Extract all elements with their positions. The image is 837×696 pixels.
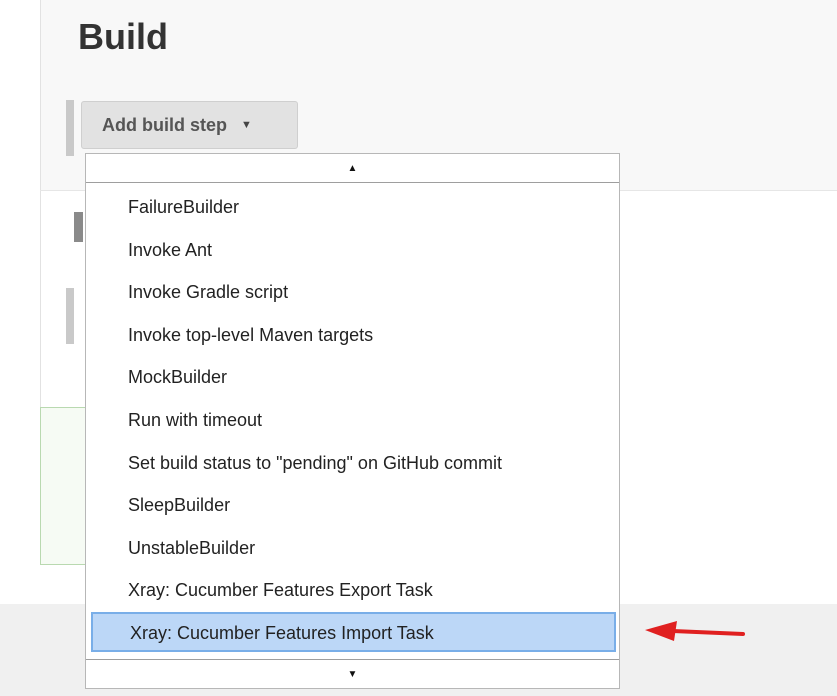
- add-build-step-label: Add build step: [102, 114, 227, 135]
- hidden-panel-edge: [40, 407, 86, 565]
- hidden-label-stub: [74, 212, 83, 242]
- scroll-down-arrow[interactable]: ▼: [86, 659, 619, 688]
- page-title: Build: [78, 16, 168, 57]
- menu-item-invoke-maven-targets[interactable]: Invoke top-level Maven targets: [86, 314, 619, 357]
- add-build-step-button[interactable]: Add build step ▼: [81, 101, 298, 149]
- drag-handle: [66, 100, 74, 156]
- menu-item-failurebuilder[interactable]: FailureBuilder: [86, 186, 619, 229]
- menu-item-invoke-gradle-script[interactable]: Invoke Gradle script: [86, 271, 619, 314]
- menu-item-xray-import-task[interactable]: Xray: Cucumber Features Import Task: [91, 611, 616, 652]
- menu-item-run-with-timeout[interactable]: Run with timeout: [86, 399, 619, 442]
- menu-item-mockbuilder[interactable]: MockBuilder: [86, 356, 619, 399]
- build-step-list: FailureBuilder Invoke Ant Invoke Gradle …: [86, 186, 619, 652]
- red-arrow-icon: [645, 621, 745, 641]
- menu-item-sleepbuilder[interactable]: SleepBuilder: [86, 484, 619, 527]
- chevron-down-icon: ▼: [241, 119, 252, 131]
- build-step-dropdown[interactable]: ▲ FailureBuilder Invoke Ant Invoke Gradl…: [85, 153, 620, 689]
- scroll-up-arrow[interactable]: ▲: [86, 154, 619, 183]
- menu-item-xray-export-task[interactable]: Xray: Cucumber Features Export Task: [86, 569, 619, 612]
- menu-item-unstablebuilder[interactable]: UnstableBuilder: [86, 527, 619, 570]
- drag-handle: [66, 288, 74, 344]
- menu-item-set-build-status[interactable]: Set build status to "pending" on GitHub …: [86, 442, 619, 485]
- menu-item-invoke-ant[interactable]: Invoke Ant: [86, 229, 619, 272]
